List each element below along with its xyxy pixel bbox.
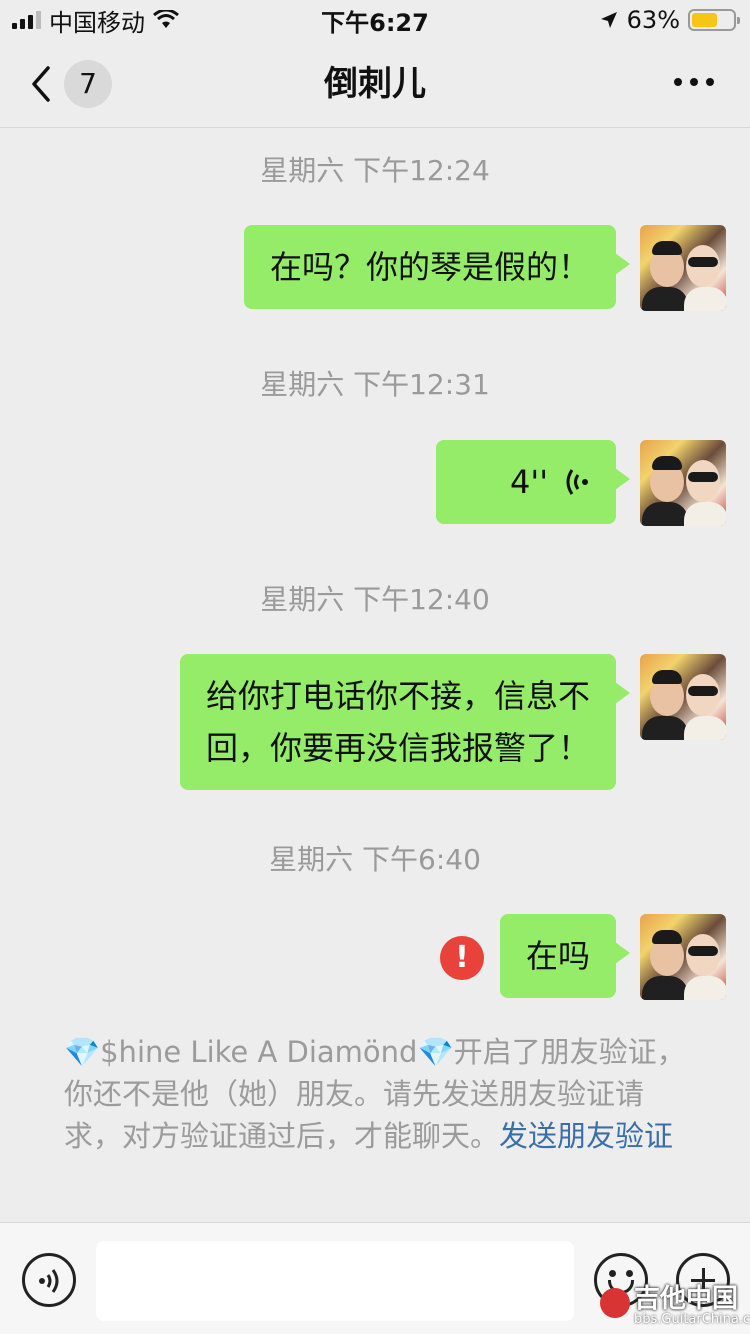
avatar[interactable] bbox=[640, 440, 726, 526]
timestamp: 星期六 下午12:40 bbox=[260, 583, 490, 616]
message-line: 给你打电话你不接，信息不 bbox=[205, 677, 590, 715]
carrier-label: 中国移动 bbox=[49, 8, 145, 37]
nav-bar: 7 倒刺儿 bbox=[0, 40, 750, 128]
avatar[interactable] bbox=[640, 654, 726, 740]
message-row: 4'' bbox=[436, 440, 726, 526]
send-friend-request-link[interactable]: 发送朋友验证 bbox=[499, 1119, 673, 1153]
wifi-icon bbox=[153, 10, 179, 28]
system-notice: 💎$hine Like A Diamönd💎开启了朋友验证，你还不是他（她）朋友… bbox=[64, 1031, 694, 1157]
contact-name: $hine Like A Diamönd bbox=[100, 1035, 418, 1069]
status-bar: 中国移动 下午6:27 63% bbox=[0, 0, 750, 40]
battery-percent: 63% bbox=[626, 6, 680, 34]
message-bubble[interactable]: 在吗 bbox=[499, 914, 631, 998]
message-row: 给你打电话你不接，信息不 回，你要再没信我报警了！ bbox=[179, 654, 726, 790]
message-row: ! 在吗 bbox=[439, 914, 726, 1000]
send-failed-icon[interactable]: ! bbox=[439, 936, 484, 980]
signal-icon bbox=[12, 11, 41, 29]
voice-duration: 4'' bbox=[510, 463, 548, 501]
more-icon[interactable] bbox=[674, 78, 714, 86]
diamond-icon: 💎 bbox=[417, 1035, 454, 1069]
voice-toggle-icon[interactable] bbox=[22, 1253, 76, 1307]
message-line: 回，你要再没信我报警了！ bbox=[205, 729, 590, 767]
watermark-title: 吉他中国 bbox=[634, 1284, 739, 1314]
status-right: 63% bbox=[599, 6, 740, 34]
avatar[interactable] bbox=[640, 914, 726, 1000]
watermark: 吉他中国 bbs.GuitarChina.com bbox=[596, 1274, 750, 1334]
timestamp: 星期六 下午12:24 bbox=[260, 154, 490, 187]
avatar[interactable] bbox=[640, 225, 726, 311]
status-left: 中国移动 bbox=[12, 3, 179, 38]
message-input[interactable] bbox=[96, 1241, 574, 1321]
message-bubble[interactable]: 给你打电话你不接，信息不 回，你要再没信我报警了！ bbox=[179, 654, 631, 790]
watermark-subtitle: bbs.GuitarChina.com bbox=[634, 1312, 750, 1327]
timestamp: 星期六 下午6:40 bbox=[269, 843, 481, 876]
chat-title: 倒刺儿 bbox=[324, 64, 426, 104]
voice-message-bubble[interactable]: 4'' bbox=[436, 440, 630, 524]
diamond-icon: 💎 bbox=[64, 1035, 101, 1069]
guitar-logo-icon bbox=[600, 1288, 630, 1318]
battery-fill bbox=[692, 13, 718, 27]
message-bubble[interactable]: 在吗？你的琴是假的！ bbox=[243, 225, 631, 309]
timestamp: 星期六 下午12:31 bbox=[260, 368, 490, 401]
message-row: 在吗？你的琴是假的！ bbox=[243, 225, 726, 311]
voice-wave-icon bbox=[566, 469, 588, 495]
battery-icon bbox=[688, 9, 740, 31]
location-arrow-icon bbox=[600, 12, 617, 28]
